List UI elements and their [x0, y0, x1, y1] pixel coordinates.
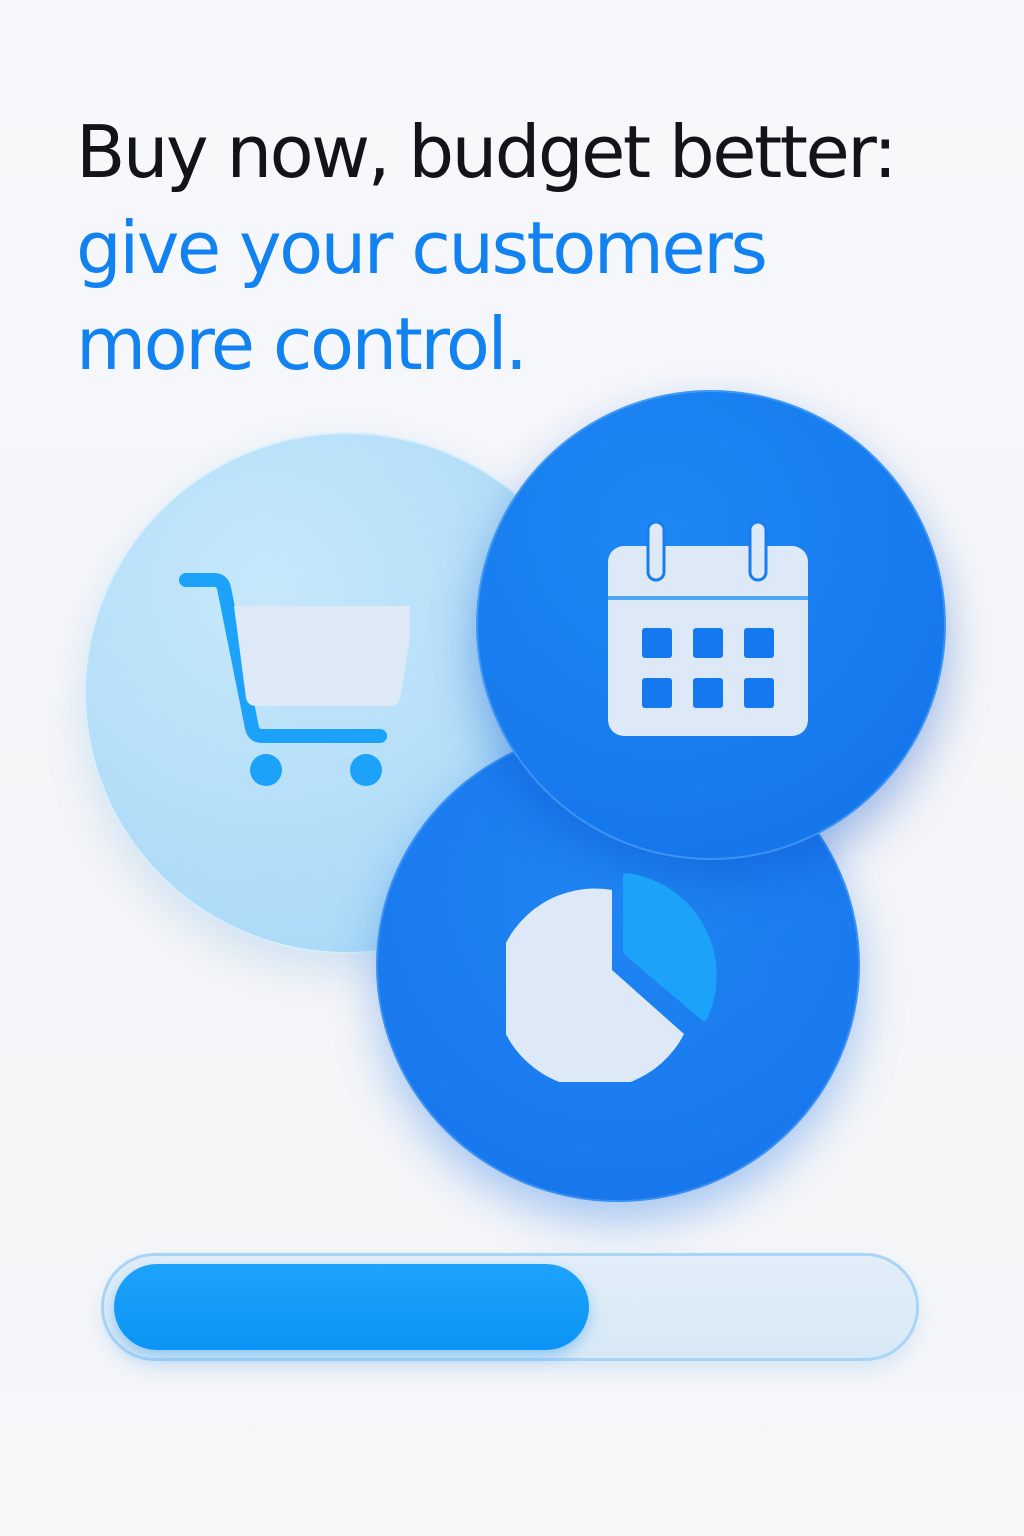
calendar-icon [608, 520, 808, 736]
headline-line-2: give your customers [76, 206, 768, 290]
headline-line-3: more control. [76, 302, 528, 386]
progress-bar-fill [114, 1264, 589, 1350]
progress-bar [104, 1256, 916, 1358]
headline: Buy now, budget better: give your custom… [76, 104, 1006, 392]
shopping-cart-icon [179, 573, 410, 786]
pie-chart-icon [506, 873, 717, 1082]
headline-line-1: Buy now, budget better: [76, 110, 897, 194]
